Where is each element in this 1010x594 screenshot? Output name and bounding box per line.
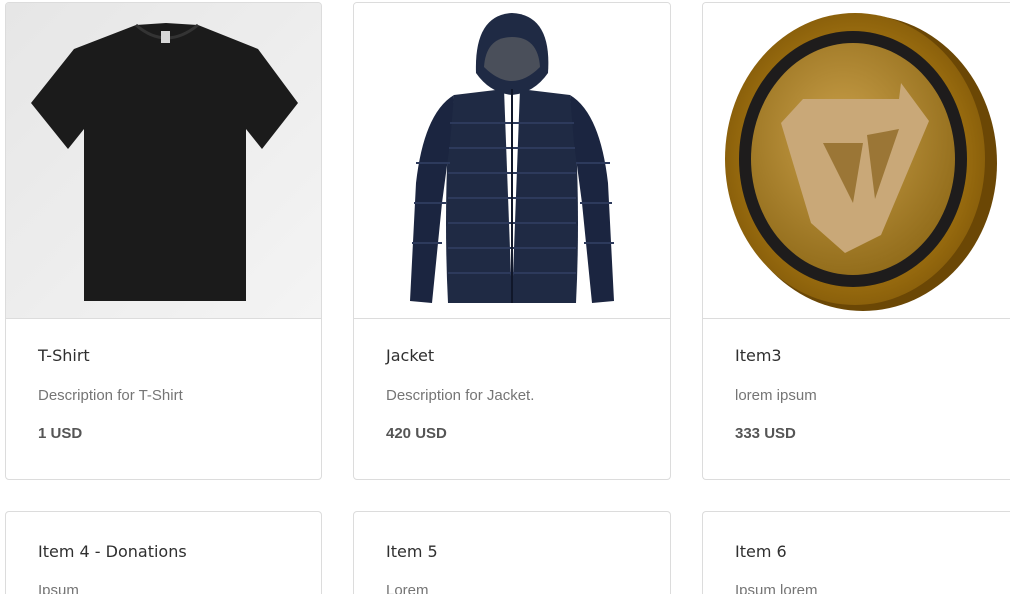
product-price: 1 USD bbox=[38, 425, 83, 442]
product-price: 420 USD bbox=[386, 425, 447, 442]
product-description: Lorem bbox=[386, 582, 429, 594]
tshirt-icon bbox=[6, 3, 321, 318]
product-card[interactable]: Item3 lorem ipsum 333 USD bbox=[702, 2, 1010, 480]
product-card[interactable]: Jacket Description for Jacket. 420 USD bbox=[353, 2, 671, 480]
product-title[interactable]: T-Shirt bbox=[38, 346, 305, 365]
product-description: Ipsum bbox=[38, 582, 79, 594]
product-description: lorem ipsum bbox=[735, 387, 817, 404]
product-price: 333 USD bbox=[735, 425, 796, 442]
product-title[interactable]: Item 4 - Donations bbox=[38, 542, 305, 561]
product-description: Description for T-Shirt bbox=[38, 387, 183, 404]
product-description: Ipsum lorem bbox=[735, 582, 818, 594]
product-title[interactable]: Item 5 bbox=[386, 542, 654, 561]
product-card[interactable]: Item 4 - Donations Ipsum bbox=[5, 511, 322, 594]
jacket-icon bbox=[410, 13, 614, 303]
product-image[interactable] bbox=[703, 3, 1010, 319]
product-image[interactable] bbox=[354, 3, 670, 319]
coin-icon bbox=[725, 13, 997, 311]
product-title[interactable]: Item 6 bbox=[735, 542, 994, 561]
product-image[interactable] bbox=[6, 3, 321, 319]
product-card[interactable]: T-Shirt Description for T-Shirt 1 USD bbox=[5, 2, 322, 480]
product-card[interactable]: Item 6 Ipsum lorem bbox=[702, 511, 1010, 594]
product-title[interactable]: Jacket bbox=[386, 346, 654, 365]
product-card[interactable]: Item 5 Lorem bbox=[353, 511, 671, 594]
product-title[interactable]: Item3 bbox=[735, 346, 994, 365]
product-grid: T-Shirt Description for T-Shirt 1 USD Ja… bbox=[0, 0, 1010, 594]
product-description: Description for Jacket. bbox=[386, 387, 535, 404]
